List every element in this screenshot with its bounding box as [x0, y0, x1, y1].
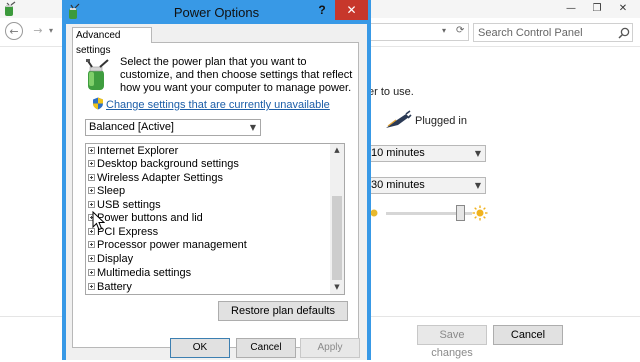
tree-item-internet-explorer[interactable]: Internet Explorer: [88, 145, 178, 158]
power-plan-value: Balanced [Active]: [89, 121, 174, 133]
expand-plus-icon[interactable]: [88, 254, 95, 262]
search-input[interactable]: [478, 26, 608, 40]
turn-off-display-value: 10 minutes: [371, 147, 425, 159]
back-arrow-icon: ←: [9, 25, 19, 38]
tree-item-label: Desktop background settings: [97, 158, 239, 170]
brightness-slider-thumb[interactable]: [456, 205, 465, 221]
tree-item-label: Display: [97, 253, 134, 265]
tree-item-sleep[interactable]: Sleep: [88, 185, 125, 198]
tree-item-label: USB settings: [97, 199, 161, 211]
ok-button[interactable]: OK: [170, 338, 230, 358]
tree-item-label: Internet Explorer: [97, 145, 179, 157]
uac-shield-icon: [93, 97, 103, 110]
description-text: Select the power plan that you want to c…: [120, 56, 353, 94]
sleep-computer-select[interactable]: 30 minutes ▼: [368, 177, 486, 194]
expand-plus-icon[interactable]: [88, 173, 95, 181]
sleep-computer-value: 30 minutes: [371, 179, 425, 191]
expand-plus-icon[interactable]: [88, 200, 95, 208]
turn-off-display-select[interactable]: 10 minutes ▼: [368, 145, 486, 162]
settings-tree[interactable]: Internet Explorer Desktop background set…: [85, 143, 345, 295]
tree-item-label: Wireless Adapter Settings: [97, 172, 223, 184]
vertical-scrollbar[interactable]: ▲ ▼: [330, 144, 344, 294]
power-plan-icon: [86, 59, 109, 90]
plan-settings-intro-text: er to use.: [368, 86, 414, 98]
power-options-app-icon: [5, 1, 16, 16]
tree-item-wireless-adapter[interactable]: Wireless Adapter Settings: [88, 172, 223, 185]
cancel-button[interactable]: Cancel: [493, 325, 563, 345]
address-dropdown-chevron-icon[interactable]: ▾: [442, 26, 446, 35]
tree-item-display[interactable]: Display: [88, 253, 133, 266]
chevron-down-icon: ▼: [474, 149, 481, 158]
expand-plus-icon[interactable]: [88, 268, 95, 276]
forward-button[interactable]: →: [29, 22, 47, 40]
tree-item-multimedia[interactable]: Multimedia settings: [88, 267, 191, 280]
expand-plus-icon[interactable]: [88, 282, 95, 290]
chevron-down-icon: ▼: [249, 123, 256, 132]
tree-item-power-buttons[interactable]: Power buttons and lid: [88, 212, 203, 225]
tree-item-label: Processor power management: [97, 239, 247, 251]
close-dialog-button[interactable]: ✕: [335, 0, 368, 20]
recent-locations-chevron-icon[interactable]: ▾: [49, 26, 53, 35]
tree-item-label: Battery: [97, 281, 132, 293]
back-button[interactable]: ←: [5, 22, 23, 40]
help-button[interactable]: ?: [312, 0, 332, 20]
address-bar[interactable]: [369, 23, 469, 41]
search-icon[interactable]: [617, 26, 631, 40]
tree-item-label: Sleep: [97, 185, 126, 197]
dialog-body: Advanced settings Select the power plan …: [66, 24, 367, 360]
forward-arrow-icon: →: [33, 24, 43, 37]
scrollbar-thumb[interactable]: [332, 196, 342, 280]
bright-sun-icon: [472, 205, 488, 221]
save-changes-button[interactable]: Save changes: [417, 325, 487, 359]
plug-icon: [386, 110, 412, 128]
close-window-button[interactable]: ✕: [606, 0, 640, 18]
tree-item-battery[interactable]: Battery: [88, 281, 132, 294]
search-box[interactable]: [473, 23, 633, 42]
minimize-button[interactable]: —: [558, 0, 584, 18]
expand-plus-icon[interactable]: [88, 159, 95, 167]
scroll-down-arrow-icon[interactable]: ▼: [330, 281, 344, 294]
refresh-icon[interactable]: ⟳: [456, 25, 464, 36]
tree-item-label: Multimedia settings: [97, 267, 192, 279]
apply-button[interactable]: Apply: [300, 338, 360, 358]
expand-plus-icon[interactable]: [88, 240, 95, 248]
power-plan-select[interactable]: Balanced [Active] ▼: [85, 119, 261, 136]
expand-plus-icon[interactable]: [88, 186, 95, 194]
scroll-up-arrow-icon[interactable]: ▲: [330, 144, 344, 157]
tree-item-label: PCI Express: [97, 226, 159, 238]
change-unavailable-settings-link[interactable]: Change settings that are currently unava…: [106, 99, 330, 111]
chevron-down-icon: ▼: [474, 181, 481, 190]
tree-item-processor-power[interactable]: Processor power management: [88, 239, 247, 252]
power-options-dialog: Power Options ? ✕ Advanced settings Sele…: [62, 0, 371, 360]
mouse-cursor-icon: [92, 211, 105, 231]
tree-item-desktop-background[interactable]: Desktop background settings: [88, 158, 239, 171]
tree-item-label: Power buttons and lid: [97, 212, 203, 224]
expand-plus-icon[interactable]: [88, 146, 95, 154]
plugged-in-label: Plugged in: [415, 115, 467, 127]
cancel-button[interactable]: Cancel: [236, 338, 296, 358]
tab-advanced-settings[interactable]: Advanced settings: [72, 27, 152, 56]
restore-plan-defaults-button[interactable]: Restore plan defaults: [218, 301, 348, 321]
